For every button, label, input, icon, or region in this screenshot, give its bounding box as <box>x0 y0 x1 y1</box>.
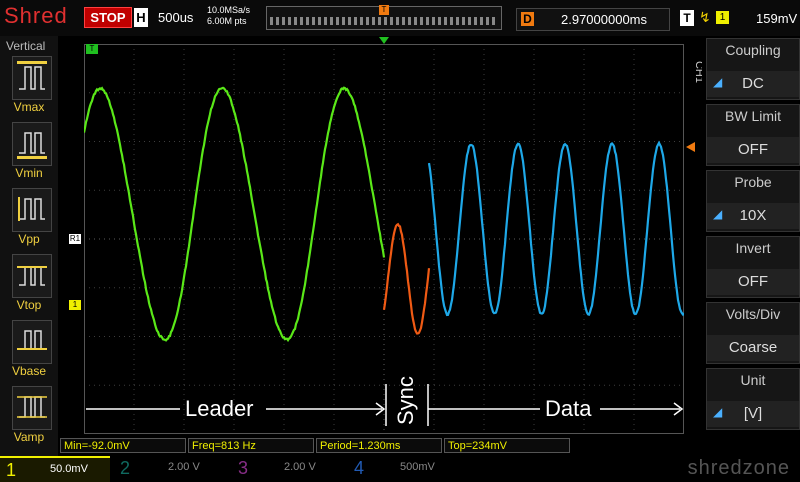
trigger-badge: T <box>680 10 694 26</box>
vmin-label: Vmin <box>0 166 58 180</box>
logo: Shred <box>4 3 68 29</box>
unit-button[interactable]: Unit [V] ◢ <box>706 368 800 430</box>
vmax-label: Vmax <box>0 100 58 114</box>
channel-1-scale: 50.0mV <box>50 463 88 475</box>
panel-title: Vertical <box>6 39 45 53</box>
channel-3-tab[interactable]: 3 2.00 V <box>232 456 342 480</box>
probe-title: Probe <box>707 174 799 190</box>
invert-value: OFF <box>707 269 799 295</box>
channel-4-scale: 500mV <box>400 461 435 473</box>
sync-label: Sync <box>393 376 419 425</box>
timebase-value[interactable]: 500us <box>158 8 193 27</box>
channel-2-number: 2 <box>120 456 130 480</box>
vtop-button[interactable] <box>12 254 52 298</box>
vmax-icon <box>17 61 47 93</box>
channel-3-number: 3 <box>238 456 248 480</box>
volts-div-title: Volts/Div <box>707 306 799 322</box>
invert-title: Invert <box>707 240 799 256</box>
knob-arrow-icon: ◢ <box>713 207 722 221</box>
vpp-label: Vpp <box>0 232 58 246</box>
measurement-bar: Min=-92.0mV Freq=813 Hz Period=1.230ms T… <box>58 438 702 454</box>
channel-1-tab[interactable]: 1 50.0mV <box>0 456 110 482</box>
probe-button[interactable]: Probe 10X ◢ <box>706 170 800 232</box>
run-stop-button[interactable]: STOP <box>84 7 132 28</box>
delay-box[interactable]: D 2.97000000ms <box>516 8 670 31</box>
data-label: Data <box>545 396 591 422</box>
brand-watermark: shredzone <box>688 457 790 480</box>
channel-2-tab[interactable]: 2 2.00 V <box>116 456 226 480</box>
channel-4-number: 4 <box>354 456 364 480</box>
trigger-source: 1 <box>716 11 729 24</box>
vtop-label: Vtop <box>0 298 58 312</box>
coupling-button[interactable]: Coupling DC ◢ <box>706 38 800 100</box>
vpp-button[interactable] <box>12 188 52 232</box>
knob-arrow-icon: ◢ <box>713 75 722 89</box>
trigger-box[interactable]: T ↯ 1 159mV <box>680 8 796 29</box>
waveform-display[interactable] <box>84 44 684 434</box>
channel-2-scale: 2.00 V <box>168 461 200 473</box>
channel-bar: 1 50.0mV 2 2.00 V 3 2.00 V 4 500mV shred… <box>0 456 800 480</box>
channel-menu: Coupling DC ◢ BW Limit OFF Probe 10X ◢ I… <box>702 36 800 456</box>
acquisition-info: 10.0MSa/s 6.00M pts <box>207 5 250 27</box>
volts-div-value: Coarse <box>707 335 799 361</box>
vtop-icon <box>17 259 47 291</box>
invert-button[interactable]: Invert OFF <box>706 236 800 298</box>
unit-title: Unit <box>707 372 799 388</box>
vamp-label: Vamp <box>0 430 58 444</box>
trigger-time-marker: T <box>86 44 98 54</box>
bw-limit-title: BW Limit <box>707 108 799 124</box>
ref-marker: R1 <box>69 234 81 244</box>
measurement-min: Min=-92.0mV <box>60 438 186 453</box>
top-status-bar: Shred STOP H 500us 10.0MSa/s 6.00M pts T… <box>0 0 800 36</box>
delay-badge: D <box>521 12 534 26</box>
volts-div-button[interactable]: Volts/Div Coarse <box>706 302 800 364</box>
leader-label: Leader <box>185 396 254 422</box>
vmin-button[interactable] <box>12 122 52 166</box>
measurement-top: Top=234mV <box>444 438 570 453</box>
vbase-label: Vbase <box>0 364 58 378</box>
trigger-position-arrow <box>379 37 389 44</box>
measurement-freq: Freq=813 Hz <box>188 438 314 453</box>
vamp-icon <box>17 391 47 423</box>
memory-waveform <box>270 17 498 25</box>
trigger-level-marker[interactable] <box>686 142 695 152</box>
channel1-offset-marker[interactable]: 1 <box>69 300 81 310</box>
rising-edge-icon: ↯ <box>699 9 711 26</box>
measure-panel: Vertical Vmax Vmin Vpp Vtop Vbase Vamp <box>0 36 58 456</box>
vamp-button[interactable] <box>12 386 52 430</box>
vpp-icon <box>17 193 47 225</box>
bw-limit-button[interactable]: BW Limit OFF <box>706 104 800 166</box>
bw-limit-value: OFF <box>707 137 799 163</box>
memory-overview[interactable]: T <box>266 6 502 30</box>
vmin-icon <box>17 127 47 159</box>
measurement-period: Period=1.230ms <box>316 438 442 453</box>
channel-3-scale: 2.00 V <box>284 461 316 473</box>
trigger-level: 159mV <box>756 11 797 26</box>
vmax-button[interactable] <box>12 56 52 100</box>
coupling-title: Coupling <box>707 42 799 58</box>
channel-4-tab[interactable]: 4 500mV <box>348 456 458 480</box>
delay-value: 2.97000000ms <box>561 12 647 27</box>
vbase-button[interactable] <box>12 320 52 364</box>
trigger-position-marker: T <box>379 5 389 15</box>
memory-depth: 6.00M pts <box>207 16 250 27</box>
knob-arrow-icon: ◢ <box>713 405 722 419</box>
timebase-badge: H <box>134 8 148 27</box>
channel-1-number: 1 <box>6 458 16 482</box>
sample-rate: 10.0MSa/s <box>207 5 250 16</box>
vbase-icon <box>17 325 47 357</box>
